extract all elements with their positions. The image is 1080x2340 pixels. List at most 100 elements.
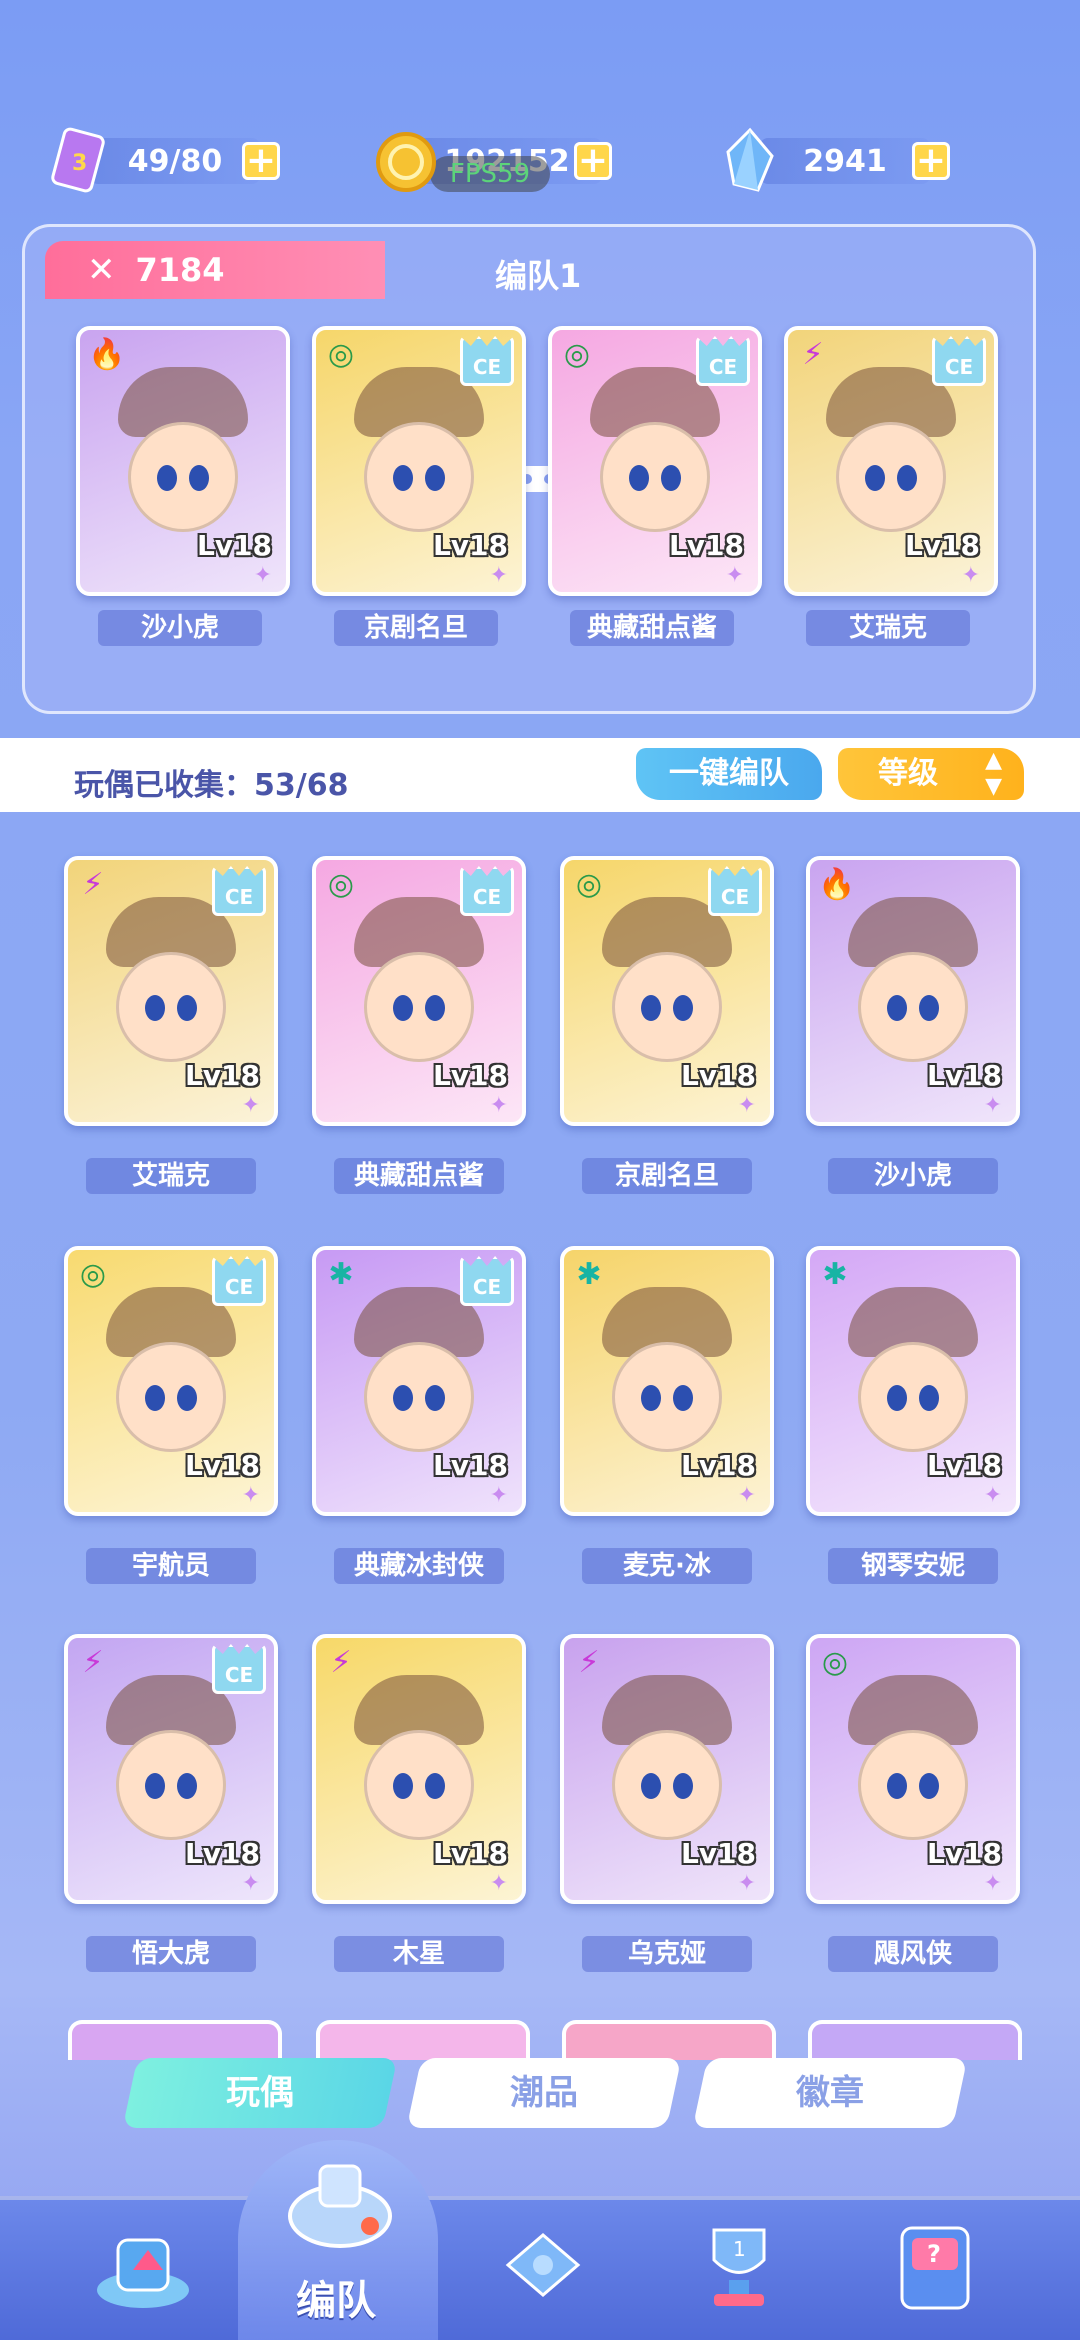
doll-name: 艾瑞克 xyxy=(86,1158,256,1194)
team-power-value: 7184 xyxy=(135,251,225,289)
tab-label: 徽章 xyxy=(796,2073,864,2113)
doll-portrait xyxy=(128,421,238,532)
sparkle-icon: ✦ xyxy=(241,1483,260,1508)
tab-2[interactable]: 徽章 xyxy=(692,2058,968,2128)
sparkle-icon: ✦ xyxy=(489,1093,508,1118)
doll-portrait xyxy=(364,1729,474,1840)
collection-count: 玩偶已收集：53/68 xyxy=(74,768,349,803)
sort-arrows-icon: ▲ ▼ xyxy=(985,748,1002,799)
stamina-counter: 3 49/80 + xyxy=(50,127,280,193)
crossed-swords-icon: ✕ xyxy=(87,250,116,290)
trophy-icon[interactable]: 1 xyxy=(684,2210,794,2320)
sparkle-icon: ✦ xyxy=(737,1483,756,1508)
doll-name: 沙小虎 xyxy=(828,1158,998,1194)
doll-card-partial[interactable] xyxy=(562,2020,776,2060)
ce-crown-badge: CE xyxy=(212,1644,266,1694)
doll-portrait xyxy=(116,951,226,1062)
thunder-element-icon: ⚡ xyxy=(330,1645,352,1680)
doll-card[interactable]: ⚡ CE Lv18 ✦ xyxy=(64,856,278,1126)
doll-card[interactable]: ◎ CE Lv18 ✦ xyxy=(560,856,774,1126)
doll-card[interactable]: ◎ CE Lv18 ✦ xyxy=(312,326,526,596)
doll-card[interactable]: ⚡ Lv18 ✦ xyxy=(312,1634,526,1904)
team-whistle-icon[interactable] xyxy=(280,2146,392,2256)
doll-level: Lv18 xyxy=(432,1059,508,1092)
doll-card[interactable]: ⚡ CE Lv18 ✦ xyxy=(64,1634,278,1904)
doll-level: Lv18 xyxy=(904,529,980,562)
doll-card-partial[interactable] xyxy=(68,2020,282,2060)
sparkle-icon: ✦ xyxy=(241,1093,260,1118)
team-power: ✕ 7184 xyxy=(45,241,385,299)
ce-crown-badge: CE xyxy=(460,866,514,916)
doll-portrait xyxy=(858,951,968,1062)
doll-level: Lv18 xyxy=(432,529,508,562)
crystal-counter: 2941 + xyxy=(720,127,950,192)
doll-name: 沙小虎 xyxy=(98,610,262,646)
doll-name: 京剧名旦 xyxy=(334,610,498,646)
wind-element-icon: ◎ xyxy=(327,337,355,372)
add-crystals-button[interactable]: + xyxy=(912,142,950,180)
ce-crown-badge: CE xyxy=(932,336,986,386)
doll-portrait xyxy=(600,421,710,532)
wind-element-icon: ◎ xyxy=(821,1645,849,1680)
sparkle-icon: ✦ xyxy=(725,563,744,588)
ce-crown-badge: CE xyxy=(696,336,750,386)
thunder-element-icon: ⚡ xyxy=(82,1645,104,1680)
ce-crown-badge: CE xyxy=(212,1256,266,1306)
ice-element-icon: ✱ xyxy=(822,1257,848,1292)
doll-card[interactable]: ✱ Lv18 ✦ xyxy=(806,1246,1020,1516)
doll-level: Lv18 xyxy=(668,529,744,562)
doll-card[interactable]: 🔥 Lv18 ✦ xyxy=(806,856,1020,1126)
wind-element-icon: ◎ xyxy=(563,337,591,372)
ce-crown-badge: CE xyxy=(708,866,762,916)
sparkle-icon: ✦ xyxy=(737,1871,756,1896)
category-tabs: 玩偶 潮品 徽章 xyxy=(0,2058,1080,2132)
thunder-element-icon: ⚡ xyxy=(802,337,824,372)
doll-card[interactable]: ⚡ Lv18 ✦ xyxy=(560,1634,774,1904)
doll-level: Lv18 xyxy=(196,529,272,562)
gacha-machine-icon[interactable]: ? xyxy=(880,2210,990,2320)
doll-portrait xyxy=(116,1729,226,1840)
doll-card[interactable]: ◎ Lv18 ✦ xyxy=(806,1634,1020,1904)
tab-1[interactable]: 潮品 xyxy=(406,2058,682,2128)
tab-0[interactable]: 玩偶 xyxy=(122,2058,398,2128)
doll-name: 典藏甜点酱 xyxy=(570,610,734,646)
fps-overlay: FPS59 xyxy=(430,156,550,192)
wind-element-icon: ◎ xyxy=(575,867,603,902)
sort-by-level-button[interactable]: 等级 ▲ ▼ xyxy=(838,748,1024,800)
doll-level: Lv18 xyxy=(680,1837,756,1870)
sparkle-icon: ✦ xyxy=(983,1093,1002,1118)
doll-level: Lv18 xyxy=(926,1059,1002,1092)
doll-name: 典藏冰封侠 xyxy=(334,1548,504,1584)
doll-level: Lv18 xyxy=(926,1449,1002,1482)
doll-card[interactable]: ✱ CE Lv18 ✦ xyxy=(312,1246,526,1516)
doll-name: 艾瑞克 xyxy=(806,610,970,646)
doll-level: Lv18 xyxy=(926,1837,1002,1870)
doll-portrait xyxy=(116,1341,226,1452)
fire-element-icon: 🔥 xyxy=(88,337,126,372)
doll-portrait xyxy=(364,1341,474,1452)
doll-card[interactable]: ◎ CE Lv18 ✦ xyxy=(548,326,762,596)
doll-card-partial[interactable] xyxy=(808,2020,1022,2060)
doll-card[interactable]: 🔥 Lv18 ✦ xyxy=(76,326,290,596)
crystal-icon xyxy=(720,126,790,196)
doll-card[interactable]: ◎ CE Lv18 ✦ xyxy=(64,1246,278,1516)
doll-portrait xyxy=(612,1341,722,1452)
doll-card[interactable]: ◎ CE Lv18 ✦ xyxy=(312,856,526,1126)
ce-crown-badge: CE xyxy=(212,866,266,916)
doll-card[interactable]: ⚡ CE Lv18 ✦ xyxy=(784,326,998,596)
thunder-element-icon: ⚡ xyxy=(578,1645,600,1680)
add-coins-button[interactable]: + xyxy=(574,142,612,180)
gamepad-icon[interactable] xyxy=(488,2210,598,2320)
home-arrow-icon[interactable] xyxy=(88,2210,198,2320)
stamina-card-icon: 3 xyxy=(50,126,120,196)
doll-level: Lv18 xyxy=(184,1059,260,1092)
add-stamina-button[interactable]: + xyxy=(242,142,280,180)
doll-name: 钢琴安妮 xyxy=(828,1548,998,1584)
one-click-team-button[interactable]: 一键编队 xyxy=(636,748,822,800)
doll-card[interactable]: ✱ Lv18 ✦ xyxy=(560,1246,774,1516)
doll-portrait xyxy=(364,421,474,532)
doll-name: 飓风侠 xyxy=(828,1936,998,1972)
doll-level: Lv18 xyxy=(680,1059,756,1092)
nav-team-label[interactable]: 编队 xyxy=(296,2268,376,2326)
doll-card-partial[interactable] xyxy=(316,2020,530,2060)
